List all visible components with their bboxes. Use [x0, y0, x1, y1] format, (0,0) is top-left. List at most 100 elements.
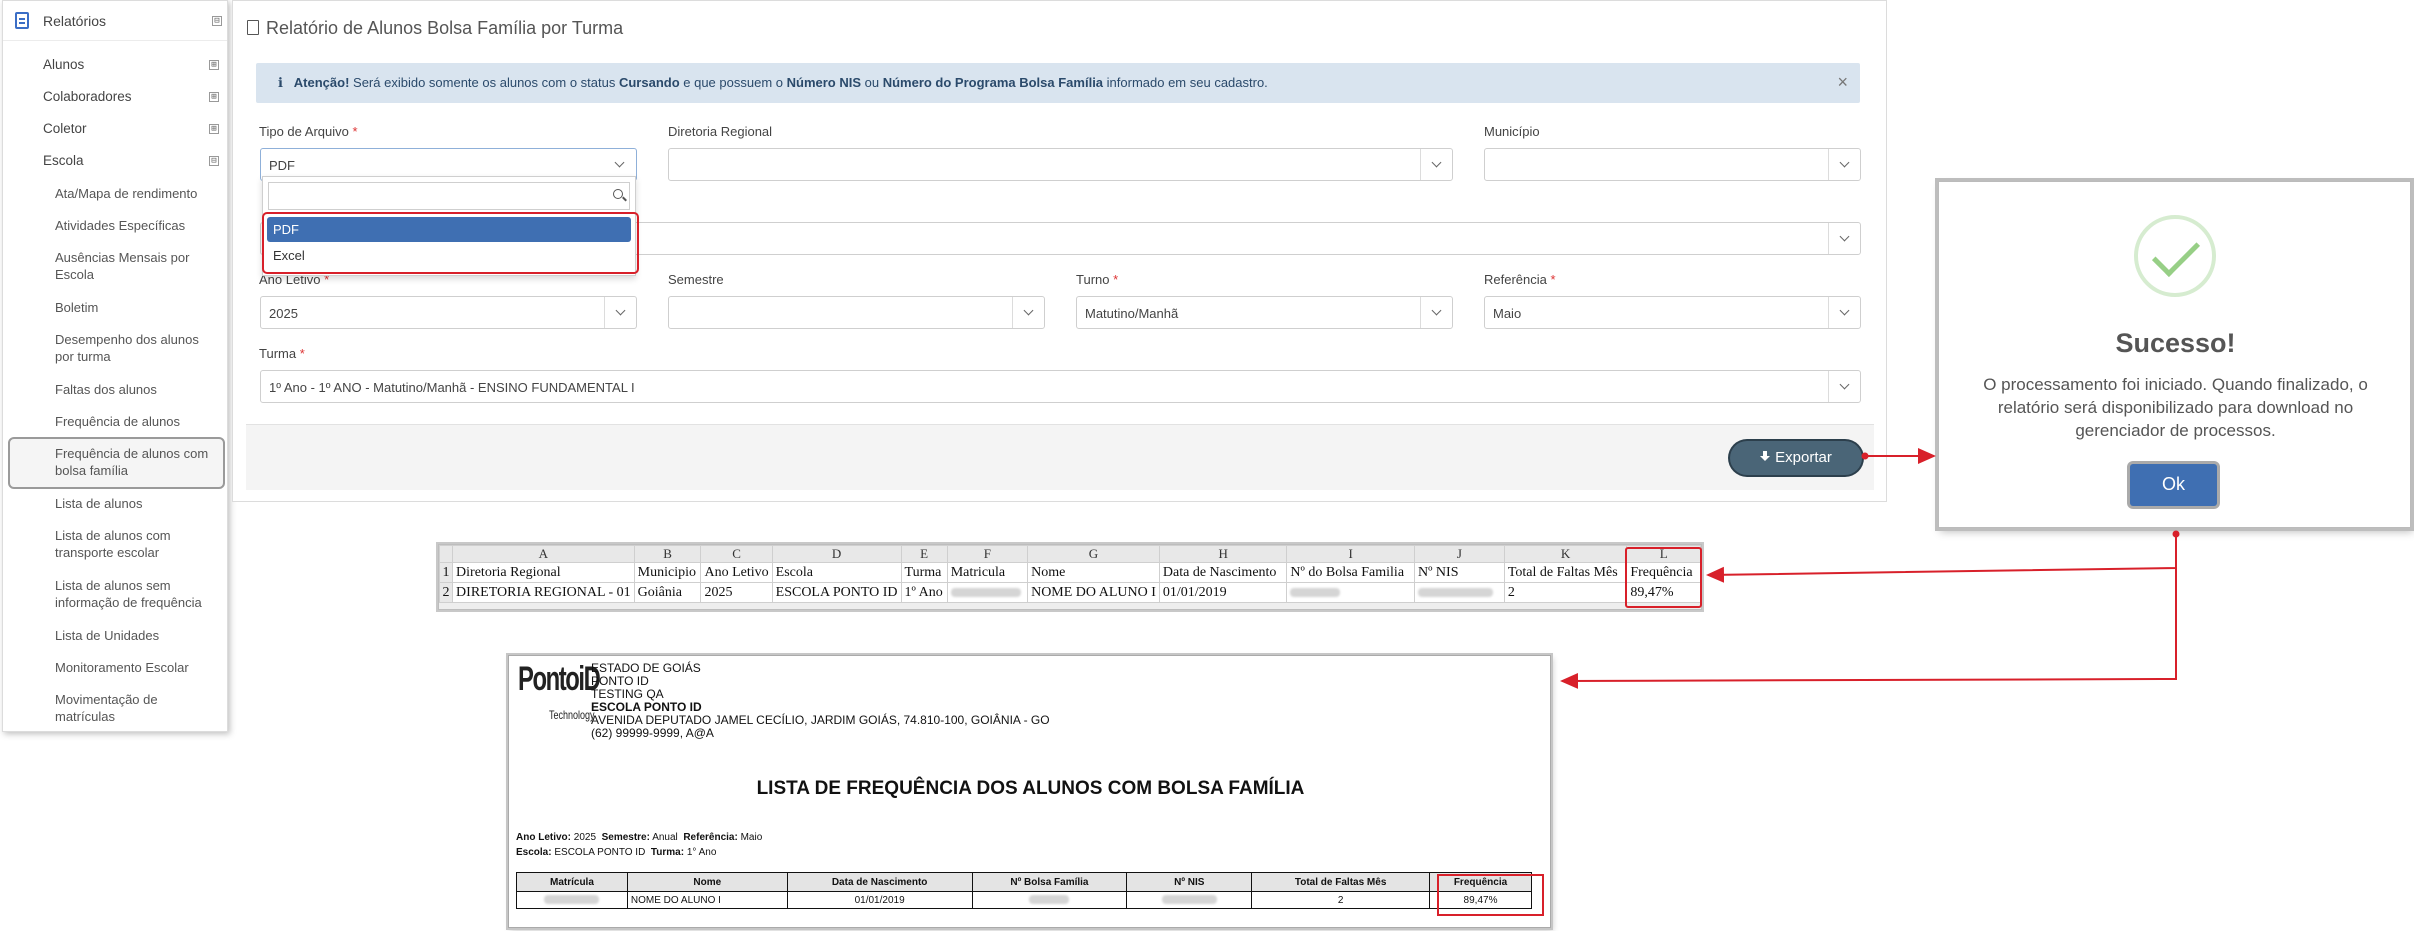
alert-status: Cursando — [618, 75, 680, 90]
cell: Goiânia — [633, 582, 702, 603]
sidebar-subitem-ata-mapa[interactable]: Ata/Mapa de rendimento — [55, 185, 220, 202]
cell: 2 — [1503, 582, 1628, 603]
chevron-down-icon — [1828, 297, 1860, 328]
cell: DIRETORIA REGIONAL - 01 — [452, 582, 635, 603]
expand-icon[interactable]: ⊞ — [209, 60, 219, 70]
sidebar-subitem-sem-frequencia[interactable]: Lista de alunos sem informação de frequê… — [55, 577, 220, 611]
meta-label: Turma: — [650, 847, 685, 858]
document-icon — [15, 12, 29, 29]
cell: Total de Faltas Mês — [1503, 562, 1628, 583]
column-header: D — [771, 545, 902, 563]
sidebar-subitem-atividades[interactable]: Atividades Específicas — [55, 217, 220, 234]
sidebar-subitem-frequencia[interactable]: Frequência de alunos — [55, 413, 220, 430]
column-header: J — [1413, 545, 1505, 563]
alert-text-part: Será exibido somente os alunos com o sta… — [349, 75, 619, 90]
sidebar-subitem-boletim[interactable]: Boletim — [55, 299, 220, 316]
info-alert: ℹ Atenção! Será exibido somente os aluno… — [256, 63, 1860, 103]
blurred-cell — [516, 891, 628, 909]
cell: 01/01/2019 — [1158, 582, 1288, 603]
table-row: NOME DO ALUNO I 01/01/2019 2 89,47% — [516, 891, 1532, 909]
cell: Data de Nascimento — [1158, 562, 1288, 583]
collapse-icon[interactable]: ⊟ — [212, 16, 222, 26]
excel-preview: A B C D E F G H I J K L 1 Diretoria Regi… — [438, 544, 1702, 610]
column-header: Total de Faltas Mês — [1251, 872, 1431, 892]
info-icon: ℹ — [278, 75, 283, 90]
column-header: Matrícula — [516, 872, 628, 892]
corner-cell — [438, 545, 454, 563]
chevron-down-icon — [1420, 297, 1452, 328]
diretoria-regional-select[interactable] — [668, 148, 1453, 181]
sidebar-subitem-ausencias[interactable]: Ausências Mensais por Escola — [55, 249, 220, 283]
alert-text-part: informado em seu cadastro. — [1103, 75, 1268, 90]
sidebar-subitem-lista-alunos[interactable]: Lista de alunos — [55, 495, 220, 512]
sidebar-header-relatorios[interactable]: Relatórios ⊟ — [3, 1, 227, 41]
chevron-down-icon — [1828, 223, 1860, 254]
meta-value: ESCOLA PONTO ID — [554, 847, 646, 858]
export-button[interactable]: Exportar — [1730, 441, 1862, 475]
chevron-down-icon — [1828, 149, 1860, 180]
meta-value: Anual — [652, 832, 678, 843]
close-icon[interactable]: × — [1837, 72, 1848, 93]
pdf-file-icon — [247, 20, 259, 35]
dropdown-search-input[interactable] — [268, 182, 630, 210]
cell: NOME DO ALUNO I — [626, 891, 788, 909]
redacted-value — [1029, 895, 1070, 905]
alert-programa: Número do Programa Bolsa Família — [882, 75, 1104, 90]
collapse-icon[interactable]: ⊟ — [209, 156, 219, 166]
sidebar: Relatórios ⊟ Alunos ⊞ Colaboradores ⊞ Co… — [2, 0, 228, 732]
referencia-label: Referência * — [1484, 272, 1556, 287]
column-header: B — [633, 545, 702, 563]
cell: Matricula — [946, 562, 1029, 583]
meta-label: Referência: — [683, 832, 738, 843]
sidebar-subitem-desempenho[interactable]: Desempenho dos alunos por turma — [55, 331, 220, 365]
municipio-select[interactable] — [1484, 148, 1861, 181]
semestre-label: Semestre — [668, 272, 724, 287]
chevron-down-icon — [604, 297, 636, 328]
sidebar-subitem-transporte[interactable]: Lista de alunos com transporte escolar — [55, 527, 220, 561]
label-text: Turno — [1076, 272, 1110, 287]
search-icon — [613, 189, 623, 199]
expand-icon[interactable]: ⊞ — [209, 92, 219, 102]
frequencia-column-highlight — [1625, 547, 1702, 608]
redacted-value — [950, 587, 1021, 597]
tipo-arquivo-label: Tipo de Arquivo * — [259, 124, 358, 139]
cell: Municipio — [633, 562, 702, 583]
cell: Nome — [1027, 562, 1160, 583]
redacted-value — [544, 895, 600, 905]
cell: Diretoria Regional — [452, 562, 635, 583]
turno-select[interactable]: Matutino/Manhã — [1076, 296, 1453, 329]
column-header-row: A B C D E F G H I J K L — [438, 545, 1701, 563]
ano-letivo-select[interactable]: 2025 — [260, 296, 637, 329]
sidebar-item-label: Colaboradores — [43, 89, 132, 104]
sidebar-subitem-monitoramento[interactable]: Monitoramento Escolar — [55, 659, 220, 676]
referencia-select[interactable]: Maio — [1484, 296, 1861, 329]
alert-nis: Número NIS — [786, 75, 862, 90]
success-message: O processamento foi iniciado. Quando fin… — [1983, 375, 2368, 440]
column-header: Nome — [626, 872, 788, 892]
meta-label: Escola: — [516, 847, 552, 858]
select-value: Maio — [1493, 306, 1522, 321]
cell: 2025 — [700, 582, 773, 603]
sidebar-subitem-faltas[interactable]: Faltas dos alunos — [55, 381, 220, 398]
pontoid-logo: PontoiD — [518, 660, 601, 698]
semestre-select[interactable] — [668, 296, 1045, 329]
cell: NOME DO ALUNO I — [1027, 582, 1160, 603]
blurred-cell — [946, 582, 1029, 603]
column-header: C — [700, 545, 773, 563]
sidebar-subitem-frequencia-bolsa[interactable]: Frequência de alunos com bolsa família — [55, 445, 220, 479]
required-mark: * — [299, 346, 305, 361]
pdf-frequencia-highlight — [1437, 874, 1544, 916]
expand-icon[interactable]: ⊞ — [209, 124, 219, 134]
select-value: Matutino/Manhã — [1085, 306, 1179, 321]
sidebar-item-label: Escola — [43, 153, 84, 168]
cell: 2 — [1251, 891, 1431, 909]
ok-button[interactable]: Ok — [2130, 464, 2217, 506]
sidebar-subitem-unidades[interactable]: Lista de Unidades — [55, 627, 220, 644]
header-line: ESTADO DE GOIÁS — [591, 661, 701, 675]
pdf-meta-line-2: Escola: ESCOLA PONTO ID Turma: 1° Ano — [516, 847, 716, 858]
turma-select[interactable]: 1º Ano - 1º ANO - Matutino/Manhã - ENSIN… — [260, 370, 1861, 403]
required-mark: * — [352, 124, 358, 139]
sidebar-subitem-movimentacao[interactable]: Movimentação de matrículas — [55, 691, 220, 725]
required-mark: * — [1550, 272, 1556, 287]
download-icon — [1760, 451, 1771, 463]
